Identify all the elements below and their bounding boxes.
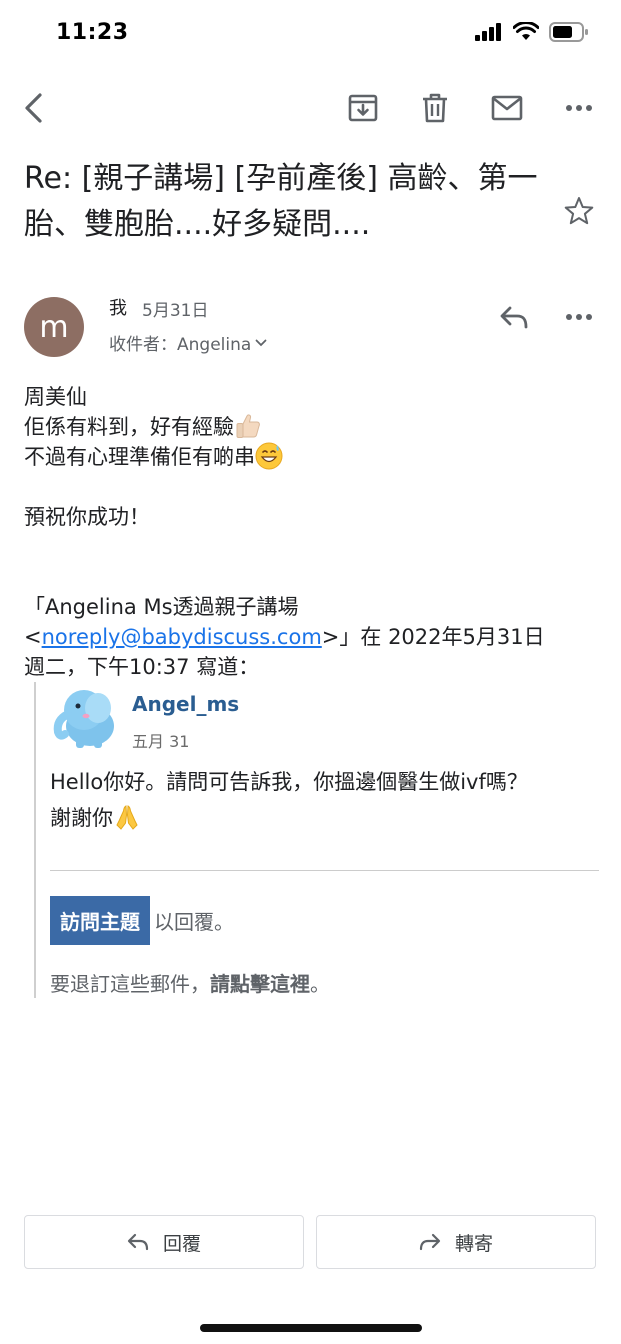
status-bar: 11:23 [0,0,621,70]
home-indicator[interactable] [200,1324,422,1332]
star-icon [564,197,594,225]
email-toolbar [0,78,621,138]
divider [50,870,599,871]
delete-button[interactable] [413,86,457,130]
back-icon [25,93,42,123]
sender-name: 我 [109,298,127,319]
quoted-message: Angel_ms 五月 31 Hello你好。請問可告訴我，你搵邊個醫生做ivf… [34,682,599,998]
visit-topic-row: 訪問主題 以回覆。 [50,896,234,945]
archive-button[interactable] [341,86,385,130]
visit-topic-button[interactable]: 訪問主題 [50,896,150,945]
forward-icon [419,1233,441,1251]
forward-label: 轉寄 [454,1232,493,1255]
more-icon [566,314,592,320]
mark-unread-button[interactable] [485,86,529,130]
archive-icon [348,94,378,122]
wifi-icon [513,22,539,40]
mail-icon [491,95,523,121]
grinning-sweat-emoji-icon [255,442,283,470]
message-more-button[interactable] [558,296,600,338]
email-subject: Re: [親子講場] [孕前產後] 高齡、第一胎、雙胞胎....好多疑問.... [24,161,538,242]
more-options-button[interactable] [557,86,601,130]
status-icons [475,22,589,42]
cellular-signal-icon [475,23,501,41]
reply-icon-button[interactable] [493,296,535,338]
battery-icon [549,22,588,42]
reply-icon [500,306,528,329]
quote-attribution: 「Angelina Ms透過親子講場 <noreply@babydiscuss.… [24,595,545,679]
sent-date: 5月31日 [142,301,209,321]
more-icon [566,105,592,111]
recipient-label: 收件者：Angelina [109,335,252,355]
thumbs-up-emoji-icon [236,414,260,438]
sender-email-link[interactable]: noreply@babydiscuss.com [42,625,322,649]
unsubscribe-text: 要退訂這些郵件，請點擊這裡。 [50,972,330,996]
forum-post-date: 五月 31 [132,732,190,751]
sender-avatar[interactable]: m [24,297,84,357]
chevron-down-icon [255,339,267,346]
body-line: 周美仙 [24,385,87,409]
body-line: 預祝你成功！ [24,505,150,529]
visit-topic-suffix: 以回覆。 [154,910,234,934]
star-button[interactable] [560,192,598,230]
body-line: 佢係有料到，好有經驗 [24,412,599,442]
folded-hands-emoji-icon [116,805,138,830]
trash-icon [423,93,447,123]
recipient-details[interactable]: 收件者：Angelina [109,330,267,355]
body-line: 不過有心理準備佢有啲串 [24,442,599,472]
forum-username[interactable]: Angel_ms [132,692,239,716]
reply-icon [127,1233,149,1251]
unsubscribe-link[interactable]: 請點擊這裡 [210,972,310,996]
elephant-avatar-icon [53,690,114,748]
forum-message: Hello你好。請問可告訴我，你搵邊個醫生做ivf嗎？ 謝謝你 [50,770,528,830]
reply-label: 回覆 [162,1232,201,1255]
forward-button[interactable]: 轉寄 [316,1215,596,1269]
back-button[interactable] [12,86,56,130]
status-time: 11:23 [56,20,129,45]
reply-button[interactable]: 回覆 [24,1215,304,1269]
